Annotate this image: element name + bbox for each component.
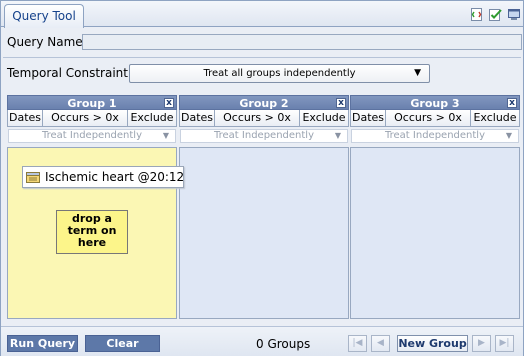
previous-page-icon[interactable]: ◀ [371,335,390,352]
check-icon[interactable] [489,8,502,21]
group-drop-area[interactable] [350,147,520,319]
occurs-button[interactable]: Occurs > 0x [386,110,471,126]
timing-value: Treat Independently [42,130,142,141]
group-panel-2: Group 2 x Dates Occurs > 0x Exclude Trea… [179,95,349,319]
query-tool-window: Query Tool Query Name: Temporal Constrai… [0,0,524,356]
timing-select[interactable]: Treat Independently ▼ [351,129,519,143]
group-button-bar: Dates Occurs > 0x Exclude [179,110,349,127]
footer-toolbar: Run Query Clear 0 Groups |◀ ◀ New Group … [1,326,523,356]
close-icon[interactable]: x [507,98,517,108]
export-xml-icon[interactable] [470,8,483,21]
drop-hint: drop a term on here [56,210,128,254]
divider [3,57,521,58]
query-name-input[interactable] [82,34,522,50]
timing-value: Treat Independently [385,130,485,141]
dates-button[interactable]: Dates [351,110,386,126]
concept-term[interactable]: Ischemic heart @20:12... [22,166,184,188]
close-icon[interactable]: x [164,98,174,108]
dates-button[interactable]: Dates [8,110,43,126]
next-page-icon[interactable]: ▶ [472,335,491,352]
exclude-button[interactable]: Exclude [128,110,176,126]
group-drop-area[interactable] [179,147,349,319]
temporal-constraint-label: Temporal Constraint: [7,66,133,80]
dates-button[interactable]: Dates [180,110,215,126]
group-header: Group 2 x [179,95,349,110]
group-count: 0 Groups [256,337,311,351]
window-icon[interactable] [508,8,521,21]
term-label: Ischemic heart @20:12... [45,170,184,184]
group-title: Group 1 [67,97,117,110]
tab-strip: Query Tool [1,1,523,28]
first-page-icon[interactable]: |◀ [348,335,367,352]
exclude-button[interactable]: Exclude [471,110,519,126]
temporal-constraint-value: Treat all groups independently [203,68,356,79]
group-title: Group 2 [239,97,289,110]
dropdown-arrow-icon: ▼ [414,68,421,78]
group-button-bar: Dates Occurs > 0x Exclude [350,110,520,127]
group-button-bar: Dates Occurs > 0x Exclude [7,110,177,127]
term-folder-icon [26,172,40,183]
timing-select[interactable]: Treat Independently ▼ [180,129,348,143]
close-icon[interactable]: x [336,98,346,108]
dropdown-arrow-icon: ▼ [505,131,512,140]
group-panel-3: Group 3 x Dates Occurs > 0x Exclude Trea… [350,95,520,319]
new-group-button[interactable]: New Group [397,335,468,352]
temporal-constraint-select[interactable]: Treat all groups independently ▼ [129,64,430,83]
exclude-button[interactable]: Exclude [300,110,348,126]
occurs-button[interactable]: Occurs > 0x [43,110,128,126]
run-query-button[interactable]: Run Query [7,335,78,352]
dropdown-arrow-icon: ▼ [162,131,169,140]
timing-select[interactable]: Treat Independently ▼ [8,129,176,143]
occurs-button[interactable]: Occurs > 0x [215,110,300,126]
group-header: Group 1 x [7,95,177,110]
last-page-icon[interactable]: ▶| [495,335,514,352]
query-name-label: Query Name: [7,35,87,49]
group-header: Group 3 x [350,95,520,110]
group-panel-1: Group 1 x Dates Occurs > 0x Exclude Trea… [7,95,184,319]
timing-value: Treat Independently [214,130,314,141]
dropdown-arrow-icon: ▼ [334,131,341,140]
clear-button[interactable]: Clear [85,335,160,352]
tab-query-tool[interactable]: Query Tool [4,4,84,28]
group-title: Group 3 [410,97,460,110]
